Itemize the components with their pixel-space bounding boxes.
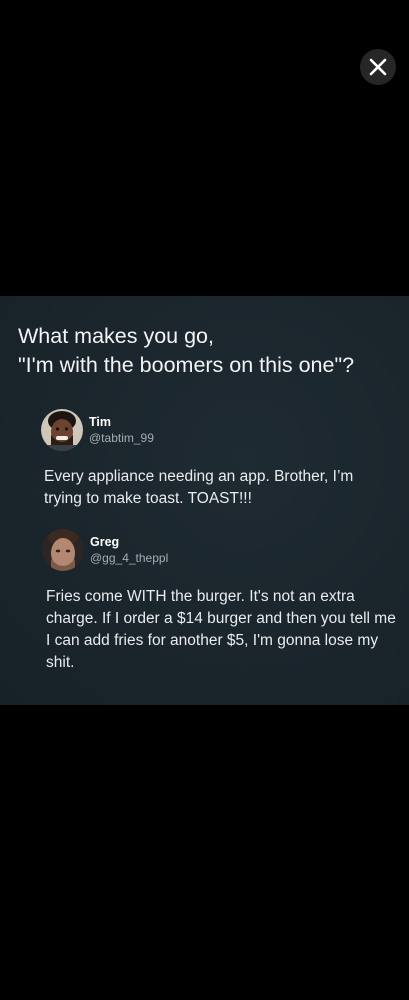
avatar (41, 409, 83, 451)
avatar (42, 529, 84, 571)
close-icon (369, 58, 387, 76)
tweet-header: Greg @gg_4_theppl (42, 529, 168, 571)
tweet-header: Tim @tabtim_99 (41, 409, 154, 451)
post-image: What makes you go, "I'm with the boomers… (0, 296, 409, 705)
user-handle: @gg_4_theppl (90, 550, 169, 565)
avatar-tim-icon (41, 409, 83, 451)
user-handle: @tabtim_99 (89, 430, 154, 445)
close-button[interactable] (360, 49, 396, 85)
avatar-greg-icon (42, 529, 84, 571)
user-name: Tim (89, 414, 111, 429)
post-headline: What makes you go, "I'm with the boomers… (18, 324, 355, 377)
tweet-text: Fries come WITH the burger. It's not an … (46, 588, 396, 671)
image-viewer: What makes you go, "I'm with the boomers… (0, 0, 409, 1000)
tweet-text: Every appliance needing an app. Brother,… (44, 468, 354, 507)
user-name: Greg (90, 534, 120, 549)
